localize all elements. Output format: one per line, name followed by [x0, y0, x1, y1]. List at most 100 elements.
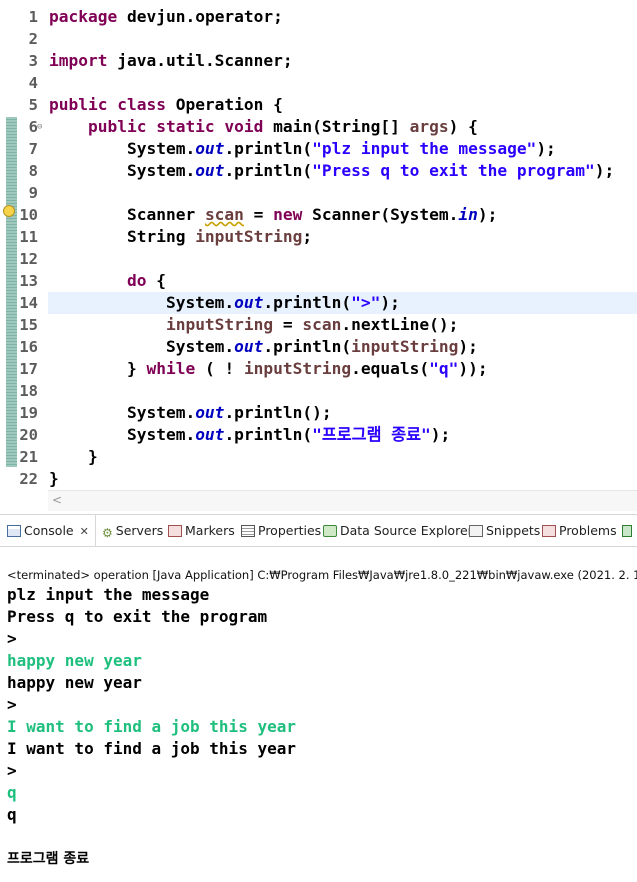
- line-number: 17: [19, 360, 38, 378]
- tab-problems[interactable]: Problems: [542, 515, 617, 546]
- code-token: Scanner: [49, 205, 205, 224]
- code-token: java.util.Scanner;: [107, 51, 293, 70]
- code-token: }: [49, 447, 98, 466]
- code-token: out: [195, 403, 225, 422]
- fold-toggle-icon[interactable]: ⊖: [37, 116, 42, 138]
- line-number: 22: [19, 470, 38, 488]
- console-output-line: >: [7, 695, 17, 714]
- line-number: 4: [28, 74, 38, 92]
- console-input-line: happy new year: [7, 651, 142, 670]
- code-token: inputString: [195, 227, 303, 246]
- line-number: 15: [19, 316, 38, 334]
- code-token: =: [243, 205, 274, 224]
- code-line[interactable]: } while ( ! inputString.equals("q"));: [49, 358, 488, 380]
- line-number: 12: [19, 250, 38, 268]
- code-token: .println(: [224, 161, 313, 180]
- code-token: );: [458, 337, 478, 356]
- code-line[interactable]: String inputString;: [49, 226, 312, 248]
- tab-markers[interactable]: Markers: [168, 515, 235, 546]
- close-icon[interactable]: ✕: [80, 525, 89, 538]
- code-token: out: [234, 337, 264, 356]
- horizontal-scrollbar[interactable]: <: [48, 490, 637, 511]
- code-line[interactable]: import java.util.Scanner;: [49, 50, 293, 72]
- code-line[interactable]: System.out.println(inputString);: [49, 336, 478, 358]
- tab-console[interactable]: Console ✕: [0, 515, 96, 546]
- line-number: 8: [28, 162, 38, 180]
- line-number: 3: [28, 52, 38, 70]
- code-token: inputString: [243, 359, 352, 378]
- console-tab-bar: Console ✕ ⚙ Servers Markers Properties Dat…: [0, 514, 637, 547]
- line-number: 21: [19, 448, 38, 466]
- code-line[interactable]: System.out.println();: [49, 402, 332, 424]
- more-views-icon: [622, 525, 632, 537]
- code-line[interactable]: public static void main(String[] args) {: [49, 116, 478, 138]
- console-output-line: plz input the message: [7, 585, 210, 604]
- tab-data-source-explorer[interactable]: Data Source Explorer: [323, 515, 473, 546]
- line-number: 11: [19, 228, 38, 246]
- code-token: out: [195, 161, 225, 180]
- tab-properties[interactable]: Properties: [241, 515, 321, 546]
- code-token: =: [273, 315, 303, 334]
- code-token: inputString: [165, 315, 274, 334]
- line-number: 2: [28, 30, 38, 48]
- code-token: public static void: [87, 117, 264, 136]
- code-token: );: [380, 293, 400, 312]
- code-line[interactable]: package devjun.operator;: [49, 6, 283, 28]
- tab-problems-label: Problems: [559, 523, 617, 538]
- code-line[interactable]: public class Operation {: [49, 94, 283, 116]
- line-number: 14: [19, 294, 38, 312]
- code-token: .println(: [224, 425, 313, 444]
- code-line[interactable]: System.out.println("plz input the messag…: [49, 138, 556, 160]
- console-output-line: >: [7, 629, 17, 648]
- code-token: import: [49, 51, 108, 70]
- code-token: ( !: [195, 359, 244, 378]
- code-editor[interactable]: 1 package devjun.operator; 2 3 import java.u…: [0, 0, 637, 512]
- code-line[interactable]: }: [49, 468, 59, 490]
- code-token: .println(: [263, 337, 352, 356]
- line-number: 13: [19, 272, 38, 290]
- code-token: ) {: [448, 117, 478, 136]
- console-input-line: I want to find a job this year: [7, 717, 296, 736]
- code-token: "plz input the message": [312, 139, 537, 158]
- code-token: .nextLine();: [341, 315, 459, 334]
- code-token: Scanner(System.: [302, 205, 459, 224]
- code-line[interactable]: System.out.println("Press q to exit the …: [49, 160, 614, 182]
- properties-icon: [241, 525, 255, 537]
- code-token: main(String[]: [263, 117, 410, 136]
- code-line[interactable]: Scanner scan = new Scanner(System.in);: [49, 204, 497, 226]
- code-token: "q": [429, 359, 459, 378]
- code-line[interactable]: do {: [49, 270, 166, 292]
- code-line[interactable]: System.out.println(">");: [49, 292, 400, 314]
- console-output-line: Press q to exit the program: [7, 607, 268, 626]
- tab-markers-label: Markers: [185, 523, 235, 538]
- code-token: while: [146, 359, 196, 378]
- code-token: out: [234, 293, 264, 312]
- code-token: System.: [49, 425, 196, 444]
- code-token: System.: [49, 337, 235, 356]
- tab-console-label: Console: [24, 523, 74, 538]
- code-token: Operation {: [165, 95, 283, 114]
- code-token: in: [458, 205, 478, 224]
- tab-servers[interactable]: ⚙ Servers: [102, 515, 163, 546]
- code-line[interactable]: }: [49, 446, 98, 468]
- code-token: );: [536, 139, 556, 158]
- console-output-area[interactable]: <terminated> operation [Java Application…: [0, 548, 637, 882]
- line-number: 9: [28, 184, 38, 202]
- code-token: }: [49, 359, 147, 378]
- code-token: args: [409, 117, 449, 136]
- tab-snippets[interactable]: Snippets: [469, 515, 540, 546]
- code-token: ">": [351, 293, 381, 312]
- console-input-line: q: [7, 783, 17, 802]
- code-line[interactable]: System.out.println("프로그램 종료");: [49, 424, 450, 446]
- line-number: 16: [19, 338, 38, 356]
- servers-icon: ⚙: [102, 526, 113, 540]
- code-line[interactable]: inputString = scan.nextLine();: [49, 314, 458, 336]
- tab-snippets-label: Snippets: [486, 523, 541, 538]
- code-token: new: [273, 205, 303, 224]
- more-views-button[interactable]: [622, 515, 635, 546]
- scroll-left-icon[interactable]: <: [52, 493, 62, 507]
- code-token: scan: [204, 205, 244, 224]
- code-token: out: [195, 139, 225, 158]
